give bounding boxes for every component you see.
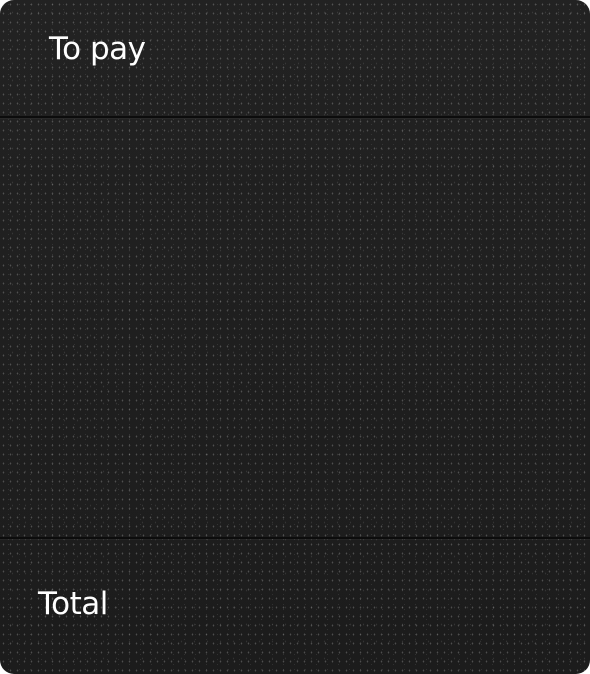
panel-footer: Total bbox=[0, 539, 590, 674]
payment-summary-panel: To pay Total bbox=[0, 0, 590, 674]
panel-header: To pay bbox=[0, 0, 590, 117]
items-list-area bbox=[0, 118, 590, 537]
to-pay-title: To pay bbox=[49, 31, 146, 67]
total-label: Total bbox=[38, 586, 108, 622]
